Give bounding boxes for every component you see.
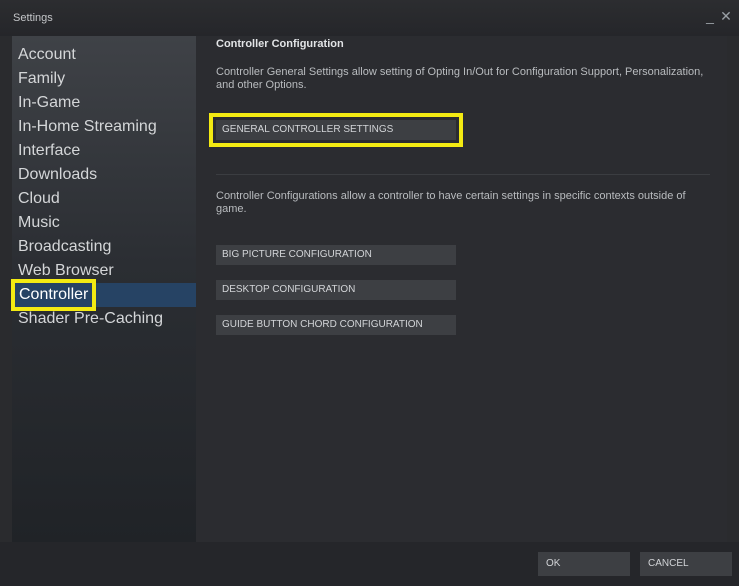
close-icon[interactable]: ✕ (719, 8, 733, 24)
sidebar-item-label: Account (18, 46, 76, 63)
sidebar-item-shader-pre-caching[interactable]: Shader Pre-Caching (12, 307, 196, 331)
sidebar-item-label: In-Home Streaming (18, 118, 157, 135)
sidebar-item-label: Web Browser (18, 262, 114, 279)
sidebar-item-downloads[interactable]: Downloads (12, 163, 196, 187)
sidebar-item-label: Music (18, 214, 60, 231)
minimize-icon[interactable]: _ (703, 8, 717, 24)
sidebar-item-label: Cloud (18, 190, 60, 207)
sidebar-item-controller[interactable]: Controller (10, 279, 196, 311)
sidebar-item-label: Shader Pre-Caching (18, 310, 163, 327)
sidebar-item-account[interactable]: Account (12, 43, 196, 67)
section-divider (216, 174, 710, 175)
sidebar-item-label: Interface (18, 142, 81, 159)
general-controller-settings-button[interactable]: GENERAL CONTROLLER SETTINGS (209, 113, 463, 147)
sidebar-item-label: Broadcasting (18, 238, 112, 255)
big-picture-configuration-button[interactable]: BIG PICTURE CONFIGURATION (216, 245, 456, 265)
window-title: Settings (13, 12, 53, 24)
guide-button-chord-configuration-button[interactable]: GUIDE BUTTON CHORD CONFIGURATION (216, 315, 456, 335)
sidebar-item-music[interactable]: Music (12, 211, 196, 235)
sidebar-item-interface[interactable]: Interface (12, 139, 196, 163)
title-bar: Settings _ ✕ (0, 0, 739, 36)
sidebar-item-label: Family (18, 70, 66, 87)
settings-sidebar: Account Family In-Game In-Home Streaming… (10, 36, 196, 542)
sidebar-item-broadcasting[interactable]: Broadcasting (12, 235, 196, 259)
ok-button[interactable]: OK (538, 552, 630, 576)
sidebar-item-family[interactable]: Family (12, 67, 196, 91)
sidebar-item-label: Downloads (18, 166, 98, 183)
page-title: Controller Configuration (216, 38, 344, 50)
general-settings-description: Controller General Settings allow settin… (216, 66, 704, 91)
sidebar-item-in-home-streaming[interactable]: In-Home Streaming (12, 115, 196, 139)
sidebar-item-web-browser[interactable]: Web Browser (12, 259, 196, 283)
configurations-description: Controller Configurations allow a contro… (216, 190, 686, 215)
cancel-button[interactable]: CANCEL (640, 552, 732, 576)
sidebar-item-label: In-Game (18, 94, 81, 111)
controller-settings-panel: Controller Configuration Controller Gene… (196, 36, 727, 542)
sidebar-item-label: Controller (10, 279, 97, 311)
desktop-configuration-button[interactable]: DESKTOP CONFIGURATION (216, 280, 456, 300)
dialog-footer: OK CANCEL (0, 542, 739, 586)
sidebar-item-cloud[interactable]: Cloud (12, 187, 196, 211)
sidebar-item-in-game[interactable]: In-Game (12, 91, 196, 115)
